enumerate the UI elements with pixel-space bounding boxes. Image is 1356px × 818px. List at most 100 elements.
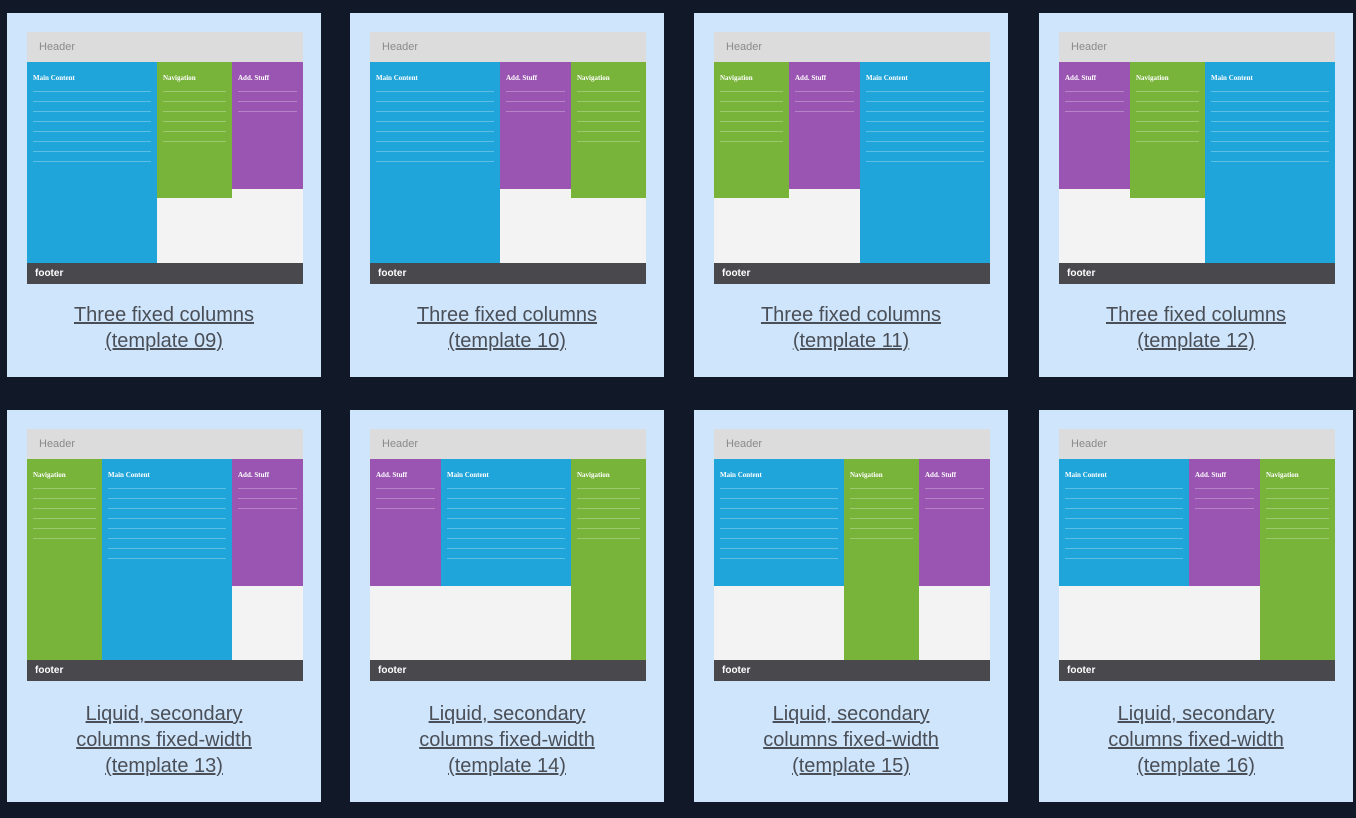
placeholder-text-line	[376, 488, 435, 489]
template-link-line[interactable]: columns fixed-width	[694, 727, 1008, 753]
template-link[interactable]: Three fixed columns (template 11)	[694, 302, 1008, 354]
placeholder-text-line	[795, 111, 854, 112]
template-card[interactable]: Header Main Content Add. Stuff Navigation fo…	[1039, 410, 1353, 802]
thumbnail-header-bar: Header	[714, 32, 990, 62]
layout-thumbnail[interactable]: Header Navigation Add. Stuff Main Content fo…	[714, 32, 990, 284]
placeholder-text-line	[108, 508, 226, 509]
template-link-line[interactable]: (template 16)	[1039, 753, 1353, 779]
placeholder-text-line	[33, 121, 151, 122]
thumbnail-column-label: Add. Stuff	[506, 74, 538, 82]
thumbnail-footer-bar: footer	[714, 660, 990, 681]
placeholder-text-line	[1065, 498, 1183, 499]
thumbnail-column-label: Main Content	[866, 74, 908, 82]
template-link-line[interactable]: Three fixed columns	[694, 302, 1008, 328]
placeholder-text-line	[163, 121, 226, 122]
placeholder-text-line	[447, 498, 565, 499]
template-link-line[interactable]: columns fixed-width	[1039, 727, 1353, 753]
placeholder-text-line	[506, 111, 565, 112]
template-link-line[interactable]: Liquid, secondary	[1039, 701, 1353, 727]
layout-thumbnail[interactable]: Header Main Content Navigation Add. Stuff fo…	[714, 429, 990, 681]
thumbnail-column-main: Main Content	[1205, 62, 1335, 263]
placeholder-text-line	[1211, 131, 1329, 132]
placeholder-text-line	[506, 91, 565, 92]
template-link[interactable]: Three fixed columns (template 09)	[7, 302, 321, 354]
template-link[interactable]: Three fixed columns (template 10)	[350, 302, 664, 354]
template-card[interactable]: Header Main Content Navigation Add. Stuff fo…	[7, 13, 321, 377]
placeholder-text-line	[376, 498, 435, 499]
placeholder-text-line	[447, 538, 565, 539]
layout-thumbnail[interactable]: Header Add. Stuff Navigation Main Content fo…	[1059, 32, 1335, 284]
placeholder-text-line	[33, 141, 151, 142]
placeholder-text-line	[163, 111, 226, 112]
placeholder-text-line	[1266, 538, 1329, 539]
placeholder-text-line	[925, 508, 984, 509]
thumbnail-column-label: Main Content	[447, 471, 489, 479]
thumbnail-column-label: Add. Stuff	[1195, 471, 1227, 479]
placeholder-text-line	[577, 141, 640, 142]
placeholder-text-line	[376, 101, 494, 102]
placeholder-text-line	[238, 101, 297, 102]
template-link-line[interactable]: (template 10)	[350, 328, 664, 354]
template-link-line[interactable]: Liquid, secondary	[350, 701, 664, 727]
template-link-line[interactable]: (template 15)	[694, 753, 1008, 779]
placeholder-text-line	[720, 548, 838, 549]
placeholder-text-line	[33, 131, 151, 132]
layout-thumbnail[interactable]: Header Main Content Add. Stuff Navigation fo…	[370, 32, 646, 284]
placeholder-text-line	[447, 528, 565, 529]
placeholder-text-line	[238, 91, 297, 92]
placeholder-text-line	[866, 151, 984, 152]
template-link[interactable]: Liquid, secondary columns fixed-width (tem…	[350, 701, 664, 779]
placeholder-text-line	[33, 498, 96, 499]
template-link-line[interactable]: (template 12)	[1039, 328, 1353, 354]
thumbnail-header-bar: Header	[370, 32, 646, 62]
template-link-line[interactable]: columns fixed-width	[350, 727, 664, 753]
template-link-line[interactable]: Liquid, secondary	[694, 701, 1008, 727]
layout-thumbnail[interactable]: Header Main Content Add. Stuff Navigation fo…	[1059, 429, 1335, 681]
placeholder-text-line	[506, 101, 565, 102]
thumbnail-column-label: Navigation	[577, 74, 610, 82]
template-link-line[interactable]: (template 11)	[694, 328, 1008, 354]
placeholder-text-line	[720, 518, 838, 519]
placeholder-text-line	[1266, 518, 1329, 519]
thumbnail-header-label: Header	[39, 438, 76, 450]
placeholder-text-line	[376, 121, 494, 122]
template-card[interactable]: Header Navigation Add. Stuff Main Content fo…	[694, 13, 1008, 377]
template-link[interactable]: Liquid, secondary columns fixed-width (tem…	[1039, 701, 1353, 779]
thumbnail-footer-label: footer	[378, 268, 407, 279]
placeholder-text-line	[447, 548, 565, 549]
template-link-line[interactable]: Liquid, secondary	[7, 701, 321, 727]
thumbnail-column-nav: Navigation	[571, 62, 646, 198]
thumbnail-footer-label: footer	[35, 268, 64, 279]
placeholder-text-line	[447, 558, 565, 559]
thumbnail-column-label: Main Content	[376, 74, 418, 82]
template-link-line[interactable]: (template 14)	[350, 753, 664, 779]
template-card[interactable]: Header Navigation Main Content Add. Stuff fo…	[7, 410, 321, 802]
template-link-line[interactable]: (template 09)	[7, 328, 321, 354]
thumbnail-column-add: Add. Stuff	[919, 459, 990, 586]
thumbnail-column-label: Main Content	[1211, 74, 1253, 82]
layout-thumbnail[interactable]: Header Add. Stuff Main Content Navigation fo…	[370, 429, 646, 681]
placeholder-text-line	[376, 111, 494, 112]
template-link-line[interactable]: Three fixed columns	[1039, 302, 1353, 328]
template-card[interactable]: Header Add. Stuff Navigation Main Content fo…	[1039, 13, 1353, 377]
template-link-line[interactable]: Three fixed columns	[350, 302, 664, 328]
template-link[interactable]: Liquid, secondary columns fixed-width (tem…	[694, 701, 1008, 779]
placeholder-text-line	[1195, 498, 1254, 499]
thumbnail-column-add: Add. Stuff	[370, 459, 441, 586]
thumbnail-column-label: Navigation	[577, 471, 610, 479]
template-link-line[interactable]: (template 13)	[7, 753, 321, 779]
template-link[interactable]: Liquid, secondary columns fixed-width (tem…	[7, 701, 321, 779]
template-link[interactable]: Three fixed columns (template 12)	[1039, 302, 1353, 354]
template-link-line[interactable]: Three fixed columns	[7, 302, 321, 328]
template-link-line[interactable]: columns fixed-width	[7, 727, 321, 753]
placeholder-text-line	[866, 111, 984, 112]
placeholder-text-line	[108, 538, 226, 539]
template-card[interactable]: Header Main Content Add. Stuff Navigation fo…	[350, 13, 664, 377]
placeholder-text-line	[1136, 121, 1199, 122]
layout-thumbnail[interactable]: Header Navigation Main Content Add. Stuff fo…	[27, 429, 303, 681]
thumbnail-column-add: Add. Stuff	[500, 62, 571, 189]
template-card[interactable]: Header Main Content Navigation Add. Stuff fo…	[694, 410, 1008, 802]
template-card[interactable]: Header Add. Stuff Main Content Navigation fo…	[350, 410, 664, 802]
layout-thumbnail[interactable]: Header Main Content Navigation Add. Stuff fo…	[27, 32, 303, 284]
placeholder-text-line	[33, 91, 151, 92]
